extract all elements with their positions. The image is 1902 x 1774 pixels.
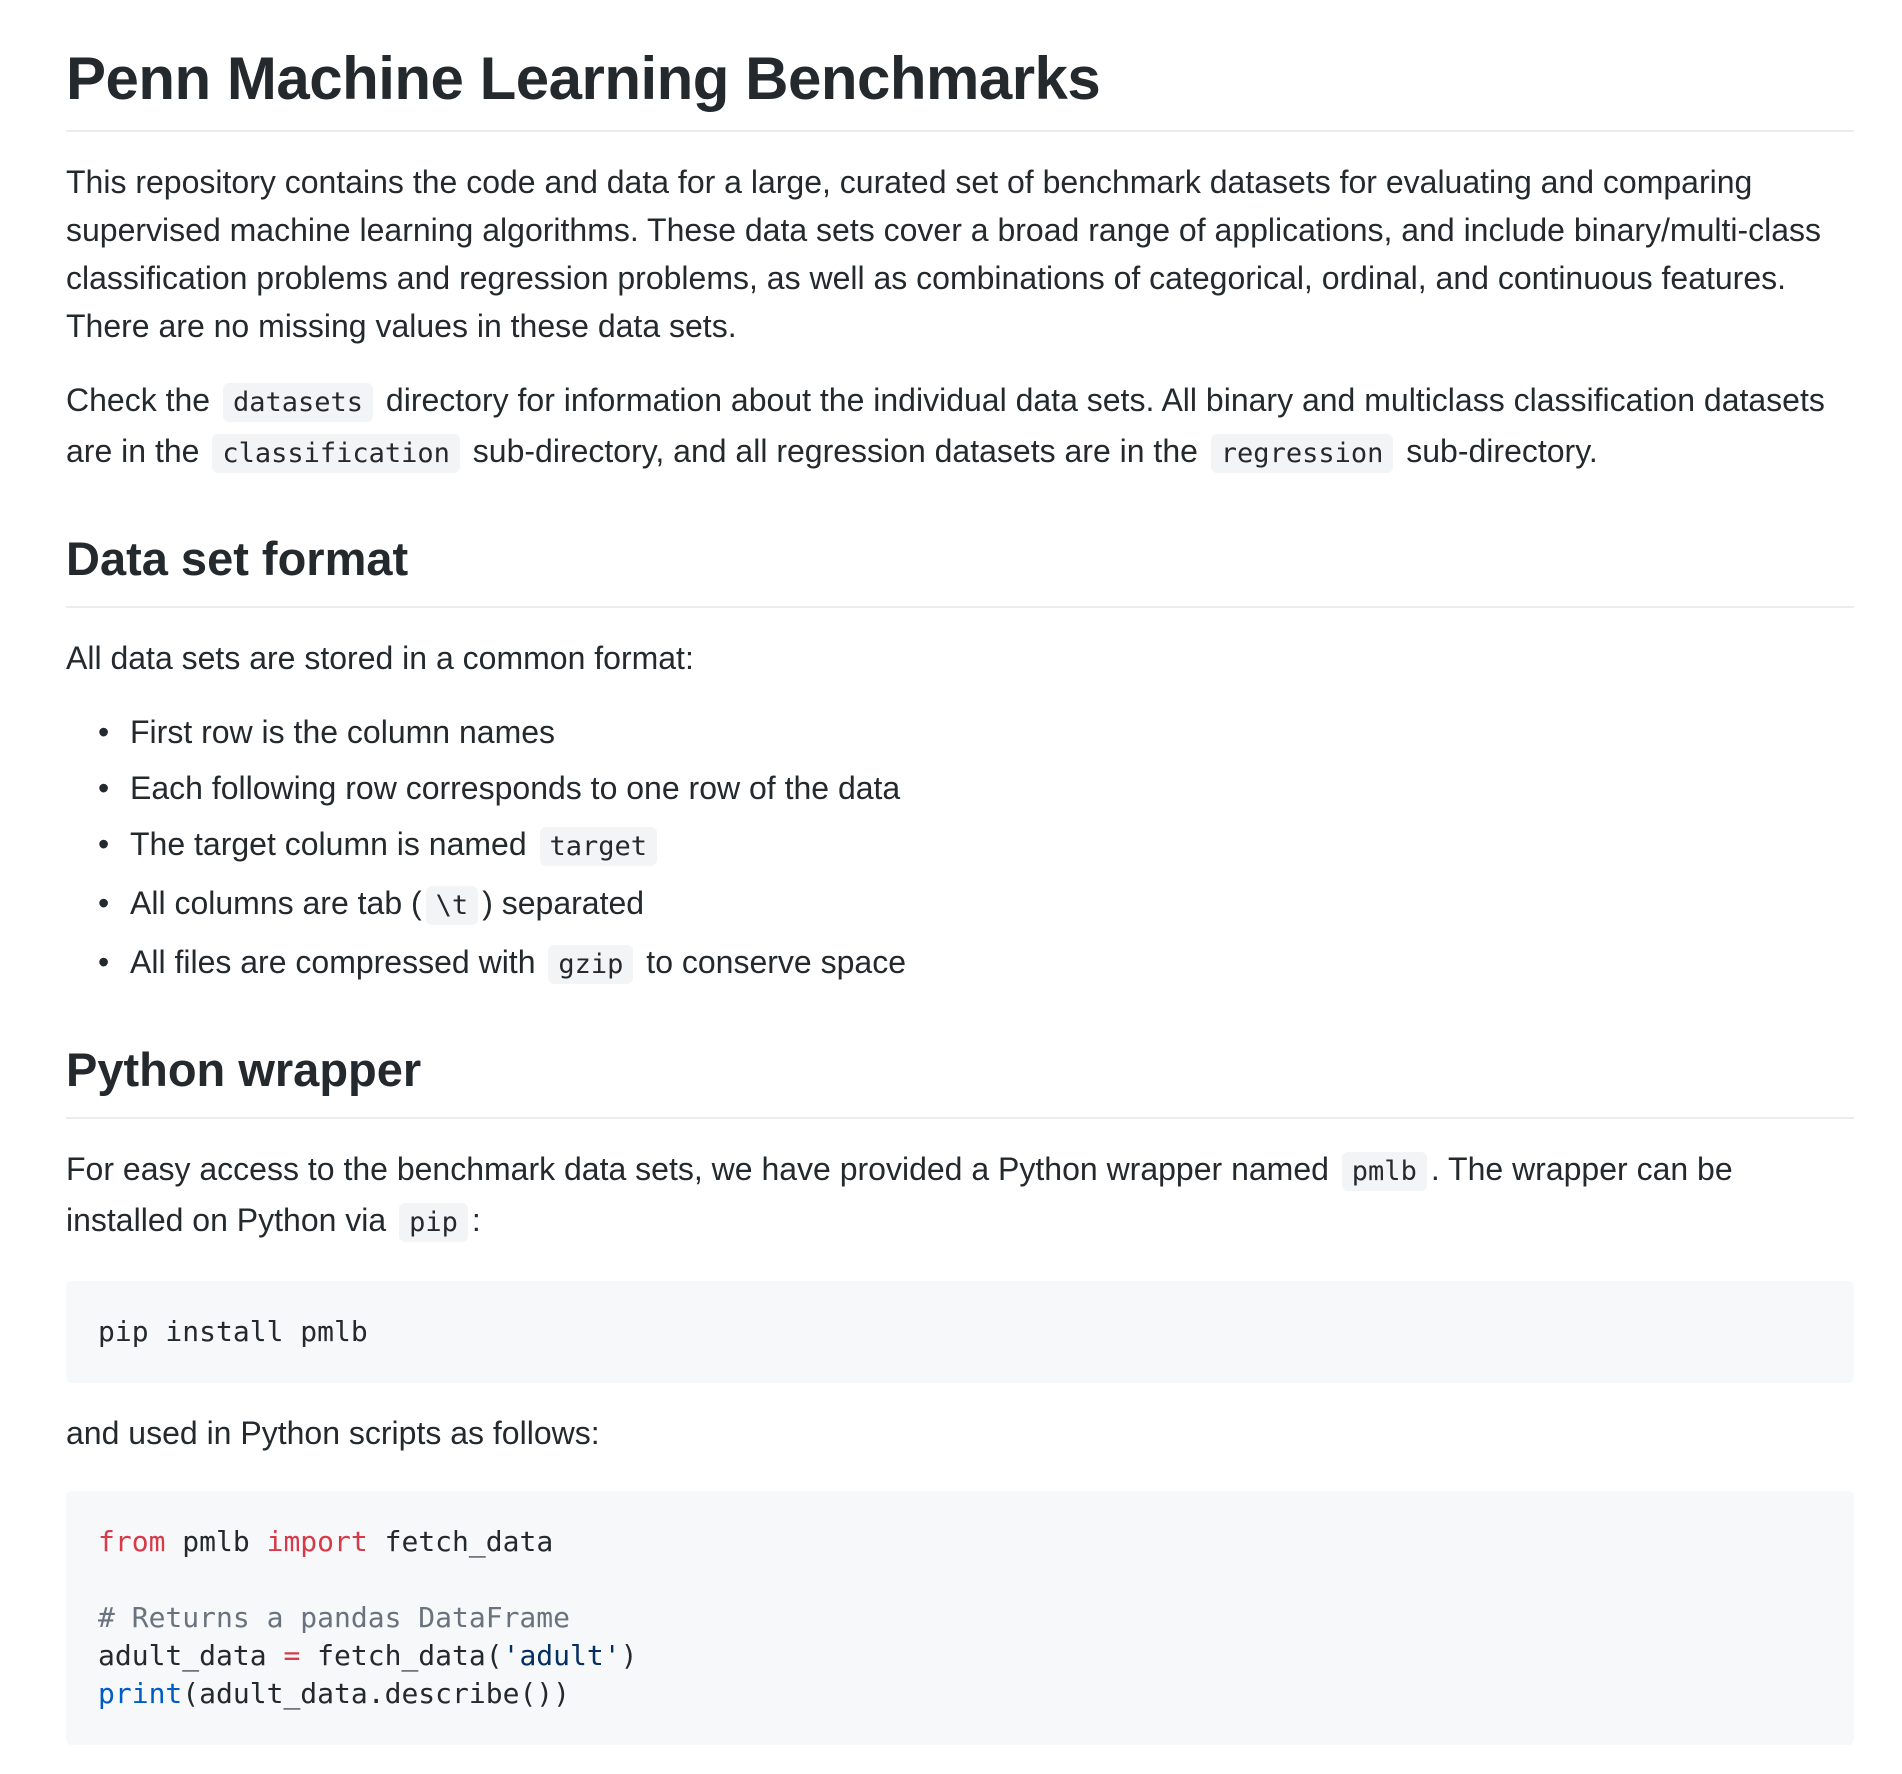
code-text: ) — [620, 1639, 638, 1672]
item-text: All files are compressed with — [130, 944, 536, 980]
tab-code: \t — [425, 886, 479, 925]
regression-code: regression — [1210, 434, 1394, 473]
code-text: pmlb — [165, 1525, 267, 1558]
text: sub-directory, and all regression datase… — [472, 433, 1198, 469]
keyword: from — [98, 1525, 166, 1558]
item-text: Each following row corresponds to one ro… — [130, 770, 901, 806]
list-item: • The target column is named target — [98, 820, 1854, 871]
list-item: • All columns are tab (\t) separated — [98, 879, 1854, 930]
item-text: First row is the column names — [130, 714, 556, 750]
text: Check the — [66, 382, 211, 418]
text: For easy access to the benchmark data se… — [66, 1151, 1329, 1187]
pip-code: pip — [399, 1203, 468, 1242]
code-text: adult_data — [98, 1639, 284, 1672]
bullet-icon: • — [98, 944, 110, 980]
datasets-paragraph: Check the datasets directory for informa… — [66, 376, 1854, 478]
text: : — [471, 1202, 481, 1238]
item-text: to conserve space — [646, 944, 906, 980]
gzip-code: gzip — [548, 945, 634, 984]
code-text: fetch_data( — [300, 1639, 503, 1672]
item-text: ) separated — [482, 885, 645, 921]
text: sub-directory. — [1406, 433, 1598, 469]
readme-content: Penn Machine Learning Benchmarks This re… — [66, 0, 1854, 1745]
builtin: print — [98, 1677, 183, 1710]
target-code: target — [539, 827, 658, 866]
code-comment: # Returns a pandas DataFrame — [98, 1601, 571, 1634]
code-text: (adult_data.describe()) — [182, 1677, 571, 1710]
string-literal: 'adult' — [502, 1639, 621, 1672]
list-item: • All files are compressed with gzip to c… — [98, 938, 1854, 989]
pmlb-code: pmlb — [1341, 1152, 1427, 1191]
code-text: fetch_data — [367, 1525, 554, 1558]
format-heading: Data set format — [66, 528, 1854, 608]
item-text: All columns are tab ( — [130, 885, 422, 921]
classification-code: classification — [212, 434, 460, 473]
install-command: pip install pmlb — [98, 1315, 368, 1348]
bullet-icon: • — [98, 885, 110, 921]
bullet-icon: • — [98, 826, 110, 862]
list-item: • Each following row corresponds to one r… — [98, 764, 1854, 812]
intro-paragraph: This repository contains the code and da… — [66, 164, 1822, 344]
list-item: • First row is the column names — [98, 708, 1854, 756]
item-text: The target column is named — [130, 826, 527, 862]
python-paragraph: For easy access to the benchmark data se… — [66, 1145, 1854, 1247]
keyword: import — [266, 1525, 368, 1558]
bullet-icon: • — [98, 770, 110, 806]
operator: = — [283, 1639, 301, 1672]
install-code-block: pip install pmlb — [66, 1281, 1854, 1383]
bullet-icon: • — [98, 714, 110, 750]
format-list: • First row is the column names • Each fol… — [66, 708, 1854, 989]
page-title: Penn Machine Learning Benchmarks — [66, 36, 1854, 132]
format-lead: All data sets are stored in a common for… — [66, 640, 694, 676]
python-heading: Python wrapper — [66, 1039, 1854, 1119]
usage-paragraph: and used in Python scripts as follows: — [66, 1415, 600, 1451]
datasets-code: datasets — [222, 383, 374, 422]
usage-code-block: from pmlb import fetch_data # Returns a … — [66, 1491, 1854, 1745]
